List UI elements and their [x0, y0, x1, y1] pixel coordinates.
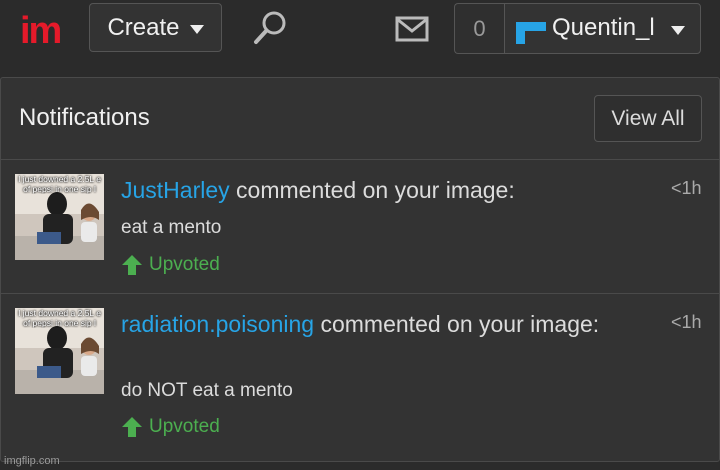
up-arrow-icon [122, 255, 142, 275]
notification-message: JustHarley commented on your image: [121, 174, 651, 207]
search-icon[interactable] [250, 8, 290, 48]
user-avatar-icon [516, 22, 546, 44]
create-label: Create [107, 13, 180, 41]
notification-action: commented on your image: [314, 311, 600, 337]
up-arrow-icon [122, 417, 142, 437]
notification-action: commented on your image: [229, 177, 515, 203]
chevron-down-icon [671, 26, 685, 35]
notification-timestamp: <1h [671, 178, 702, 198]
watermark: imgflip.com [4, 455, 60, 467]
notification-message: radiation.poisoning commented on your im… [121, 308, 651, 341]
username-label: Quentin_l [552, 14, 655, 41]
notifications-header: Notifications View All [1, 78, 719, 160]
panel-title: Notifications [19, 104, 150, 131]
upvote-label: Upvoted [149, 254, 220, 275]
create-dropdown-button[interactable]: Create [89, 3, 222, 52]
thumbnail-caption: I just downed a 2.5L e of pepsi in one s… [18, 174, 101, 194]
user-menu-button[interactable]: Quentin_l [504, 3, 701, 54]
upvote-status: Upvoted [121, 416, 220, 438]
image-thumbnail[interactable]: I just downed a 2.5L e of pepsi in one s… [15, 308, 104, 394]
upvote-label: Upvoted [149, 416, 220, 437]
view-all-button[interactable]: View All [594, 95, 702, 142]
upvote-status: Upvoted [121, 254, 220, 276]
notification-count[interactable]: 0 [454, 3, 504, 54]
svg-text:im: im [20, 10, 61, 50]
notification-item[interactable]: I just downed a 2.5L e of pepsi in one s… [1, 160, 719, 294]
envelope-icon[interactable] [395, 15, 429, 43]
thumbnail-caption: I just downed a 2.5L e of pepsi in one s… [18, 308, 101, 328]
comment-text: do NOT eat a mento [121, 380, 293, 401]
notification-timestamp: <1h [671, 312, 702, 332]
top-navigation-bar: im Create 0 Quentin_l [0, 0, 720, 57]
notification-username-link[interactable]: JustHarley [121, 177, 230, 203]
notification-username-link[interactable]: radiation.poisoning [121, 311, 314, 337]
notification-item[interactable]: I just downed a 2.5L e of pepsi in one s… [1, 294, 719, 460]
imgflip-logo[interactable]: im [20, 10, 70, 50]
chevron-down-icon [189, 24, 204, 34]
comment-text: eat a mento [121, 217, 222, 238]
image-thumbnail[interactable]: I just downed a 2.5L e of pepsi in one s… [15, 174, 104, 260]
notifications-panel: Notifications View All I just downed a 2… [0, 77, 720, 462]
